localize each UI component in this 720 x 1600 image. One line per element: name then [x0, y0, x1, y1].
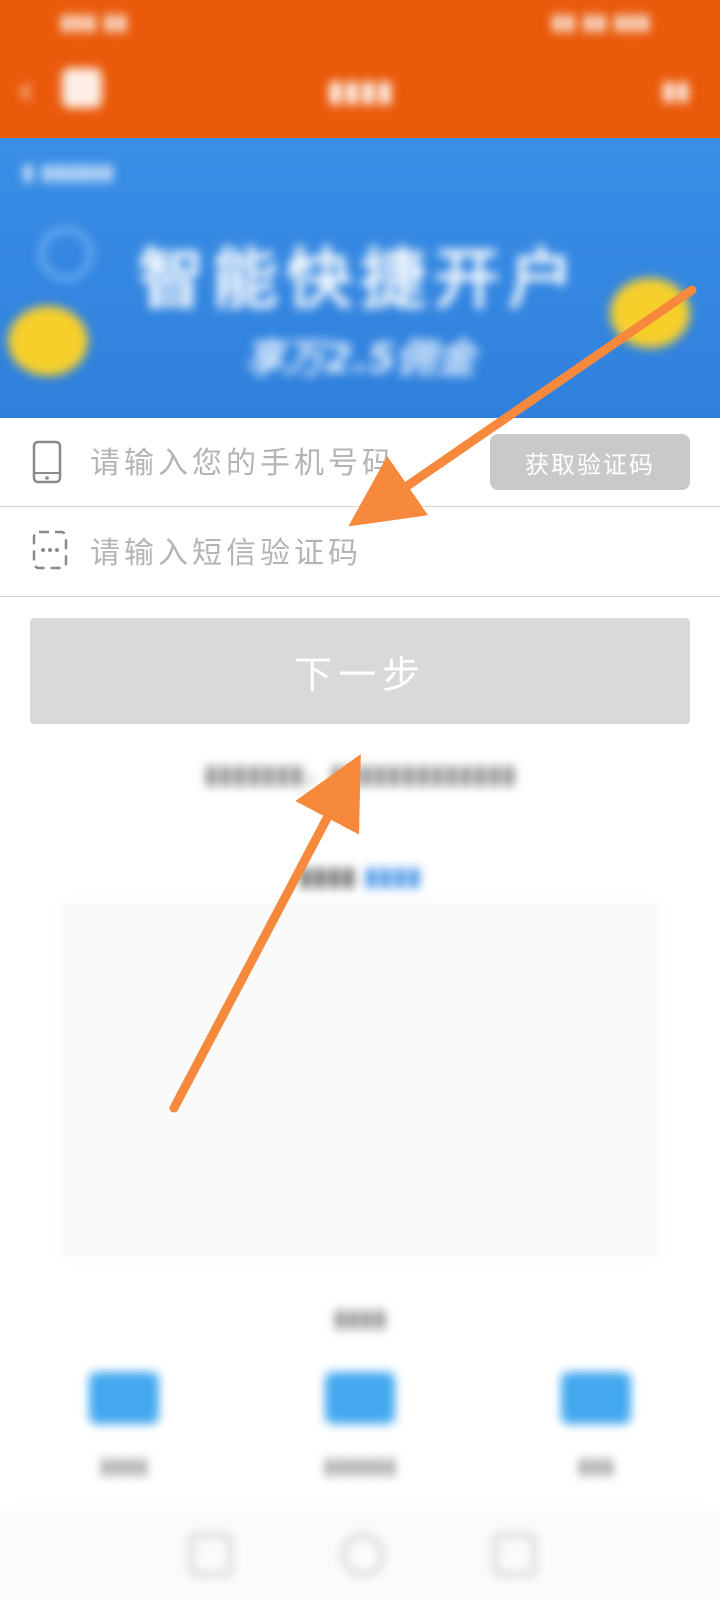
arrow-to-next-button: [169, 754, 361, 1113]
annotation-arrows: [169, 285, 697, 1113]
arrow-to-sms-input: [348, 285, 697, 527]
